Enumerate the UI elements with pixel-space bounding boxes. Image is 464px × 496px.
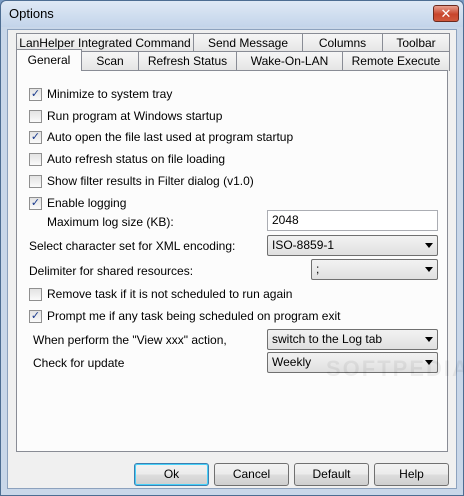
checkbox-checked-icon: ✓ [29,309,42,323]
tab-row-front: General Scan Refresh Status Wake-On-LAN … [16,49,450,71]
checkbox-unchecked-icon [29,109,42,123]
checkbox-checked-icon: ✓ [29,130,42,144]
prompt-exit-label: Prompt me if any task being scheduled on… [47,309,341,323]
check-update-select[interactable]: Weekly [267,352,438,373]
enable-logging-label: Enable logging [47,196,127,210]
checkbox-unchecked-icon [29,152,42,166]
chevron-down-icon [425,243,433,248]
delimiter-label: Delimiter for shared resources: [29,264,194,278]
max-log-size-label: Maximum log size (KB): [47,215,174,229]
check-update-label: Check for update [33,356,125,370]
prompt-exit-checkbox[interactable]: ✓ Prompt me if any task being scheduled … [29,307,340,325]
general-tab-panel: ✓ Minimize to system tray Run program at… [16,70,448,452]
remove-task-checkbox[interactable]: Remove task if it is not scheduled to ru… [29,285,292,303]
tab-wake-on-lan[interactable]: Wake-On-LAN [236,51,343,71]
run-startup-label: Run program at Windows startup [47,109,223,123]
dialog-client-area: LanHelper Integrated Command Send Messag… [7,29,464,489]
charset-label: Select character set for XML encoding: [29,239,236,253]
show-filter-label: Show filter results in Filter dialog (v1… [47,174,254,188]
auto-refresh-checkbox[interactable]: Auto refresh status on file loading [29,150,225,168]
close-icon: ✕ [440,6,452,21]
view-action-select-value: switch to the Log tab [272,332,383,346]
run-startup-checkbox[interactable]: Run program at Windows startup [29,107,222,125]
auto-open-checkbox[interactable]: ✓ Auto open the file last used at progra… [29,128,293,146]
close-button[interactable]: ✕ [433,5,459,22]
minimize-tray-label: Minimize to system tray [47,87,173,101]
charset-select-value: ISO-8859-1 [272,238,335,252]
cancel-button[interactable]: Cancel [214,463,289,486]
options-window: Options ✕ LanHelper Integrated Command S… [0,0,464,496]
help-button[interactable]: Help [374,463,449,486]
tab-columns[interactable]: Columns [302,33,383,53]
show-filter-checkbox[interactable]: Show filter results in Filter dialog (v1… [29,172,254,190]
tab-refresh-status[interactable]: Refresh Status [138,51,237,71]
enable-logging-checkbox[interactable]: ✓ Enable logging [29,194,126,212]
minimize-tray-checkbox[interactable]: ✓ Minimize to system tray [29,85,172,103]
view-action-select[interactable]: switch to the Log tab [267,329,438,350]
view-action-label: When perform the "View xxx" action, [33,333,227,347]
window-title: Options [9,6,54,21]
title-bar: Options ✕ [1,1,463,27]
charset-select[interactable]: ISO-8859-1 [267,235,438,256]
checkbox-checked-icon: ✓ [29,196,42,210]
remove-task-label: Remove task if it is not scheduled to ru… [47,287,293,301]
delimiter-select-value: ; [316,262,320,276]
checkbox-unchecked-icon [29,174,42,188]
tab-toolbar[interactable]: Toolbar [382,33,450,53]
chevron-down-icon [425,360,433,365]
chevron-down-icon [425,337,433,342]
delimiter-select[interactable]: ; [311,259,438,280]
checkbox-unchecked-icon [29,287,42,301]
tab-general[interactable]: General [16,49,82,71]
tab-remote-execute[interactable]: Remote Execute [342,51,450,71]
auto-refresh-label: Auto refresh status on file loading [47,152,226,166]
chevron-down-icon [425,267,433,272]
ok-button[interactable]: Ok [134,463,209,486]
auto-open-label: Auto open the file last used at program … [47,130,294,144]
tab-send-message[interactable]: Send Message [193,33,303,53]
default-button[interactable]: Default [294,463,369,486]
tab-scan[interactable]: Scan [81,51,139,71]
check-update-select-value: Weekly [272,355,312,369]
checkbox-checked-icon: ✓ [29,87,42,101]
max-log-size-field[interactable]: 2048 [267,210,438,231]
